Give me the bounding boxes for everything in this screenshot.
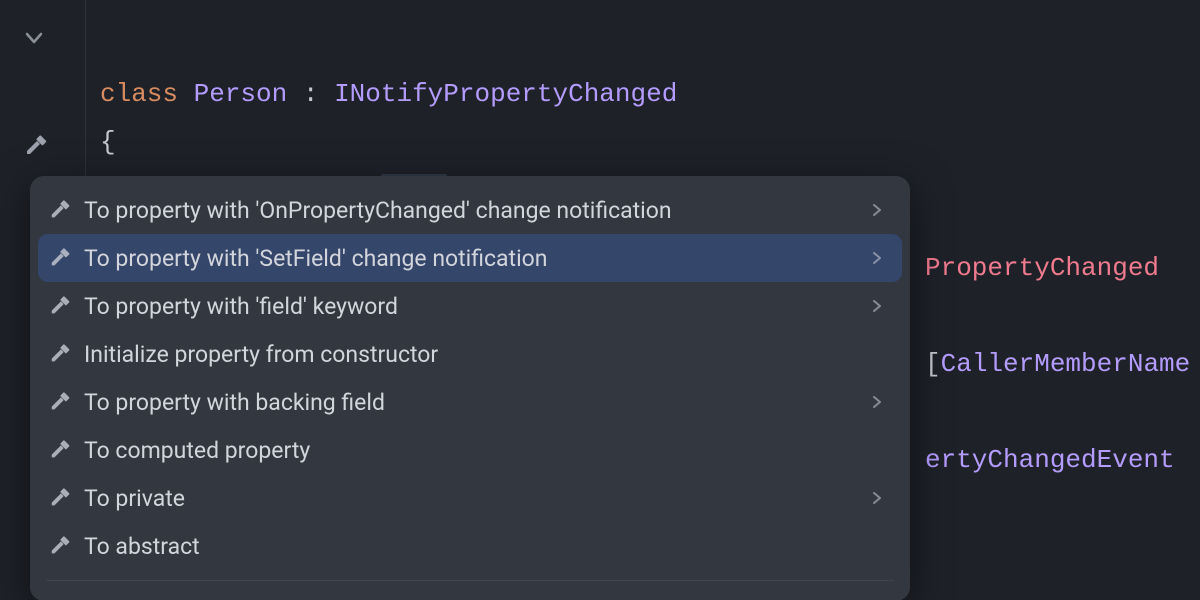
- quick-action-item[interactable]: To property with 'OnPropertyChanged' cha…: [30, 186, 910, 234]
- hammer-icon: [46, 484, 74, 512]
- hammer-icon: [46, 532, 74, 560]
- quick-action-label: To property with 'field' keyword: [84, 293, 868, 320]
- quick-action-item[interactable]: To property with 'field' keyword: [30, 282, 910, 330]
- quick-action-item[interactable]: To private: [30, 474, 910, 522]
- hammer-icon: [46, 196, 74, 224]
- quick-action-label: To property with 'OnPropertyChanged' cha…: [84, 197, 868, 224]
- quick-action-label: To private: [84, 485, 868, 512]
- quick-action-label: To computed property: [84, 437, 886, 464]
- quick-action-item[interactable]: To property with 'SetField' change notif…: [38, 234, 902, 282]
- open-brace: {: [100, 127, 116, 157]
- chevron-right-icon: [868, 297, 886, 315]
- chevron-right-icon: [868, 201, 886, 219]
- quick-action-label: To abstract: [84, 533, 886, 560]
- fold-caret-icon[interactable]: [20, 24, 52, 56]
- chevron-right-icon: [868, 249, 886, 267]
- hammer-gutter-icon[interactable]: [20, 130, 52, 162]
- quick-action-item[interactable]: Initialize property from constructor: [30, 330, 910, 378]
- hammer-icon: [46, 340, 74, 368]
- code-fragment-behind: [CallerMemberName: [925, 340, 1190, 388]
- class-name: Person: [194, 79, 288, 109]
- popup-separator: [46, 580, 894, 581]
- hammer-icon: [46, 436, 74, 464]
- quick-action-item[interactable]: To property with backing field: [30, 378, 910, 426]
- quick-action-item[interactable]: To abstract: [30, 522, 910, 570]
- hammer-icon: [46, 292, 74, 320]
- quick-action-item[interactable]: To computed property: [30, 426, 910, 474]
- hammer-icon: [46, 388, 74, 416]
- quick-action-label: Initialize property from constructor: [84, 341, 886, 368]
- code-fragment-behind: ertyChangedEvent: [925, 436, 1175, 484]
- quick-actions-popup: To property with 'OnPropertyChanged' cha…: [30, 176, 910, 600]
- quick-action-label: To property with backing field: [84, 389, 868, 416]
- quick-action-label: To property with 'SetField' change notif…: [84, 245, 868, 272]
- chevron-right-icon: [868, 489, 886, 507]
- interface-name: INotifyPropertyChanged: [334, 79, 677, 109]
- code-fragment-behind: PropertyChanged: [925, 244, 1159, 292]
- keyword-class: class: [100, 79, 178, 109]
- hammer-icon: [46, 244, 74, 272]
- chevron-right-icon: [868, 393, 886, 411]
- colon: :: [287, 79, 334, 109]
